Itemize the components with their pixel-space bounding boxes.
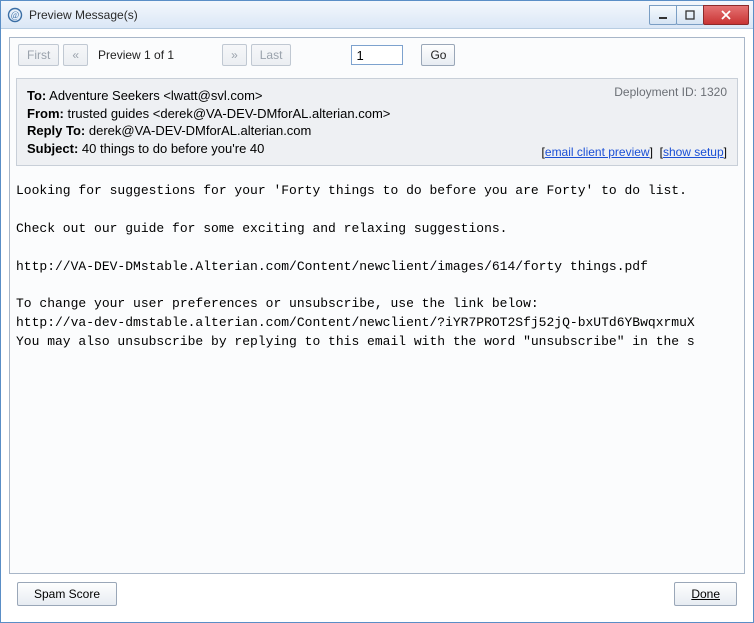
window-title: Preview Message(s): [29, 8, 650, 22]
prev-button[interactable]: «: [63, 44, 88, 66]
spam-score-button[interactable]: Spam Score: [17, 582, 117, 606]
message-body: Looking for suggestions for your 'Forty …: [10, 172, 744, 356]
email-client-preview-link[interactable]: email client preview: [545, 145, 650, 159]
reply-label: Reply To:: [27, 123, 85, 138]
window-controls: [650, 5, 749, 25]
from-label: From:: [27, 106, 64, 121]
to-value: Adventure Seekers <lwatt@svl.com>: [49, 88, 262, 103]
last-button[interactable]: Last: [251, 44, 292, 66]
content-area: First « Preview 1 of 1 » Last Go Deploym…: [1, 29, 753, 622]
titlebar: @ Preview Message(s): [1, 1, 753, 29]
next-button[interactable]: »: [222, 44, 247, 66]
subject-value: 40 things to do before you're 40: [82, 141, 264, 156]
preview-panel: First « Preview 1 of 1 » Last Go Deploym…: [9, 37, 745, 574]
from-value: trusted guides <derek@VA-DEV-DMforAL.alt…: [67, 106, 390, 121]
go-button[interactable]: Go: [421, 44, 455, 66]
footer-bar: Spam Score Done: [9, 574, 745, 614]
message-body-scroll[interactable]: Looking for suggestions for your 'Forty …: [10, 172, 744, 555]
deployment-id: Deployment ID: 1320: [614, 85, 727, 99]
to-label: To:: [27, 88, 46, 103]
subject-label: Subject:: [27, 141, 78, 156]
maximize-button[interactable]: [676, 5, 704, 25]
horizontal-scrollbar[interactable]: [16, 555, 738, 573]
page-input[interactable]: [351, 45, 403, 65]
close-button[interactable]: [703, 5, 749, 25]
pagination-bar: First « Preview 1 of 1 » Last Go: [10, 38, 744, 72]
app-icon: @: [7, 7, 23, 23]
preview-count-label: Preview 1 of 1: [98, 48, 174, 62]
reply-row: Reply To: derek@VA-DEV-DMforAL.alterian.…: [27, 122, 727, 140]
preview-links: [email client preview] [show setup]: [542, 145, 727, 159]
from-row: From: trusted guides <derek@VA-DEV-DMfor…: [27, 105, 727, 123]
preview-window: @ Preview Message(s) First « Preview 1 o…: [0, 0, 754, 623]
minimize-button[interactable]: [649, 5, 677, 25]
reply-value: derek@VA-DEV-DMforAL.alterian.com: [89, 123, 311, 138]
show-setup-link[interactable]: show setup: [663, 145, 724, 159]
first-button[interactable]: First: [18, 44, 59, 66]
message-header: Deployment ID: 1320 To: Adventure Seeker…: [16, 78, 738, 166]
done-button[interactable]: Done: [674, 582, 737, 606]
svg-text:@: @: [11, 10, 19, 20]
